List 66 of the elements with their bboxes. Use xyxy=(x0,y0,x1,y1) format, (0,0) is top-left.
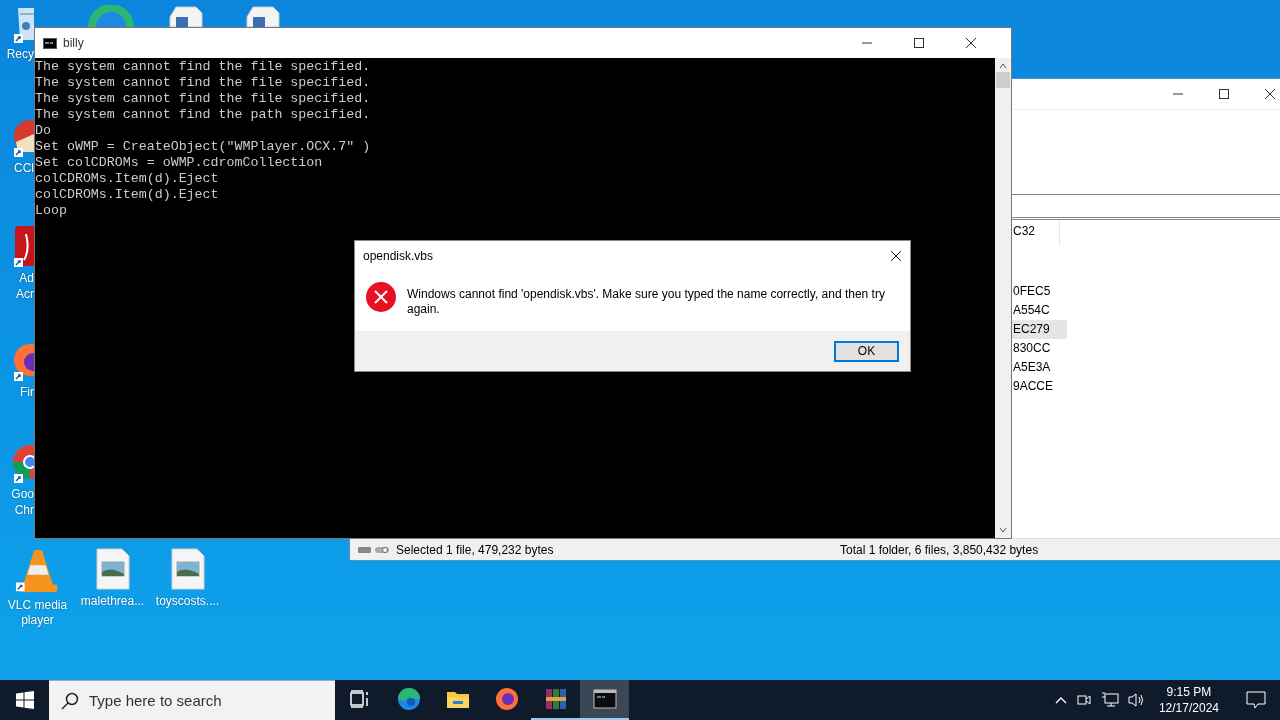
close-icon[interactable] xyxy=(1264,88,1276,100)
close-icon[interactable] xyxy=(965,37,977,49)
scroll-up-icon[interactable] xyxy=(999,62,1007,70)
icon-label: CCl xyxy=(14,160,34,176)
search-icon xyxy=(61,691,79,710)
console-line: The system cannot find the file specified. xyxy=(35,59,372,75)
books-icon[interactable] xyxy=(543,687,568,711)
file-row[interactable]: A554C xyxy=(1011,301,1067,320)
console-line: Set colCDROMs = oWMP.cdromCollection xyxy=(35,155,324,171)
icon-label: malethrea... xyxy=(79,594,146,609)
ok-button[interactable]: OK xyxy=(834,340,899,362)
search-box[interactable]: Type here to search xyxy=(49,680,335,720)
error-message: Windows cannot find 'opendisk.vbs'. Make sure you typed the name correctly, and then try again. xyxy=(407,287,886,318)
status-text: Total 1 folder, 6 files, 3,850,432 bytes xyxy=(840,542,1039,557)
clock[interactable]: 9:15 PM 12/17/2024 xyxy=(1158,684,1219,716)
search-field[interactable]: Type here to search xyxy=(89,681,335,720)
file-row[interactable]: EC279 xyxy=(1011,320,1067,339)
close-icon[interactable] xyxy=(890,250,902,262)
status-text: Selected 1 file, 479,232 bytes xyxy=(396,542,555,557)
icon-label: Recy xyxy=(6,46,34,62)
icon-label: toyscosts.... xyxy=(154,594,221,609)
terminal-icon[interactable] xyxy=(592,689,617,709)
icon-label: Acr xyxy=(16,286,34,302)
windows-logo-icon[interactable] xyxy=(15,691,34,709)
icon-label: Goo xyxy=(11,486,34,502)
console-line: The system cannot find the path specified. xyxy=(35,107,372,123)
icon-label: Chr xyxy=(14,502,34,518)
console-line: Set oWMP = CreateObject("WMPlayer.OCX.7" ) xyxy=(35,139,372,155)
scrollbar[interactable] xyxy=(995,58,1011,538)
file-row[interactable]: 0FEC5 xyxy=(1011,282,1067,301)
icon-label: VLC media player xyxy=(6,598,69,628)
scroll-thumb[interactable] xyxy=(996,72,1010,88)
maximize-icon[interactable] xyxy=(913,37,925,49)
task-view-icon[interactable] xyxy=(349,690,370,708)
clock-time: 9:15 PM xyxy=(1166,684,1212,700)
maximize-icon[interactable] xyxy=(1218,88,1230,100)
console-line: colCDROMs.Item(d).Eject xyxy=(35,171,220,187)
folder-icon[interactable] xyxy=(445,689,470,709)
console-line: The system cannot find the file specified. xyxy=(35,91,372,107)
image-file-icon[interactable] xyxy=(95,548,130,590)
console-line: Do xyxy=(35,123,52,139)
image-file-icon[interactable] xyxy=(170,548,205,590)
file-row[interactable]: A5E3A xyxy=(1011,358,1067,377)
network-icon[interactable] xyxy=(1100,692,1119,708)
drives-icon xyxy=(358,544,390,555)
edge-icon[interactable] xyxy=(396,687,421,711)
chevron-up-icon[interactable] xyxy=(1054,696,1067,704)
error-icon xyxy=(365,281,397,313)
document-icon[interactable] xyxy=(245,5,281,27)
file-row[interactable]: 9ACCE xyxy=(1011,377,1067,396)
icon-label: Ad xyxy=(19,270,34,286)
window-title: billy xyxy=(63,36,85,50)
notification-icon[interactable] xyxy=(1246,691,1266,709)
firefox-icon[interactable] xyxy=(494,687,519,711)
console-line: colCDROMs.Item(d).Eject xyxy=(35,187,220,203)
console-line: The system cannot find the file specified. xyxy=(35,75,372,91)
clock-date: 12/17/2024 xyxy=(1158,700,1219,716)
terminal-icon xyxy=(43,37,57,49)
camera-icon[interactable] xyxy=(1075,692,1092,708)
dialog-title: opendisk.vbs xyxy=(363,249,434,263)
file-row[interactable]: 830CC xyxy=(1011,339,1067,358)
console-line: Loop xyxy=(35,203,68,219)
document-icon[interactable] xyxy=(168,5,204,27)
icon-label: Fir xyxy=(20,384,34,400)
volume-icon[interactable] xyxy=(1127,692,1146,708)
scroll-down-icon[interactable] xyxy=(999,526,1007,534)
